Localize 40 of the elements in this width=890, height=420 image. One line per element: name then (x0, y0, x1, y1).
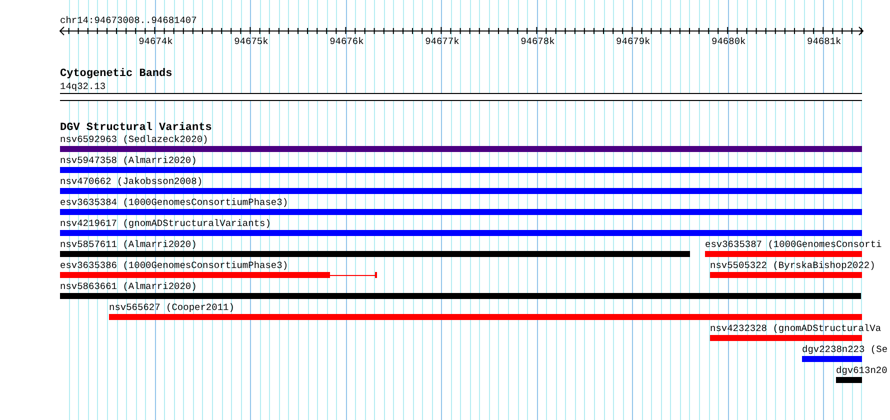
tick-label: 94674k (138, 36, 174, 47)
location-label: chr14:94673008..94681407 (60, 15, 197, 26)
tick-label: 94679k (615, 36, 652, 47)
feature-label[interactable]: dgv613n20 (836, 365, 888, 376)
feature-label[interactable]: nsv6592963 (Sedlazeck2020) (60, 134, 208, 145)
feature-label[interactable]: nsv5947358 (Almarri2020) (60, 155, 197, 166)
tick-label: 94675k (233, 36, 270, 47)
feature-bar[interactable] (60, 293, 861, 299)
feature-label[interactable]: esv3635384 (1000GenomesConsortiumPhase3) (60, 197, 288, 208)
tick-label: 94676k (328, 36, 365, 47)
feature-label[interactable]: esv3635386 (1000GenomesConsortiumPhase3) (60, 260, 288, 271)
feature-bar[interactable] (60, 188, 862, 194)
feature-bar[interactable] (60, 209, 862, 215)
feature-bar[interactable] (109, 314, 862, 320)
track-title: Cytogenetic Bands (60, 68, 172, 80)
feature-bar[interactable] (705, 251, 862, 257)
feature-label[interactable]: esv3635387 (1000GenomesConsorti (705, 239, 882, 250)
feature-label[interactable]: nsv565627 (Cooper2011) (109, 302, 234, 313)
feature-label[interactable]: dgv2238n223 (Se (802, 344, 888, 355)
feature-label[interactable]: nsv5863661 (Almarri2020) (60, 281, 197, 292)
feature-label[interactable]: nsv5857611 (Almarri2020) (60, 239, 197, 250)
feature-bar[interactable] (836, 377, 862, 383)
track-title: DGV Structural Variants (60, 122, 212, 134)
feature-label[interactable]: nsv5505322 (ByrskaBishop2022) (710, 260, 876, 271)
band-label: 14q32.13 (60, 81, 106, 92)
tick-label: 94677k (424, 36, 460, 47)
tick-label: 94681k (806, 36, 842, 47)
feature-bar[interactable] (60, 167, 862, 173)
feature-label[interactable]: nsv470662 (Jakobsson2008) (60, 176, 203, 187)
tick-label: 94680k (710, 36, 747, 47)
tick-label: 94678k (520, 36, 556, 47)
feature-bar[interactable] (60, 251, 690, 257)
feature-bar[interactable] (710, 272, 862, 278)
feature-label[interactable]: nsv4232328 (gnomADStructuralVa (710, 323, 882, 334)
feature-bar[interactable] (60, 146, 862, 152)
feature-label[interactable]: nsv4219617 (gnomADStructuralVariants) (60, 218, 271, 229)
feature-bar[interactable] (802, 356, 862, 362)
feature-bar[interactable] (710, 335, 862, 341)
feature-bar[interactable] (60, 272, 330, 278)
feature-bar[interactable] (60, 230, 862, 236)
